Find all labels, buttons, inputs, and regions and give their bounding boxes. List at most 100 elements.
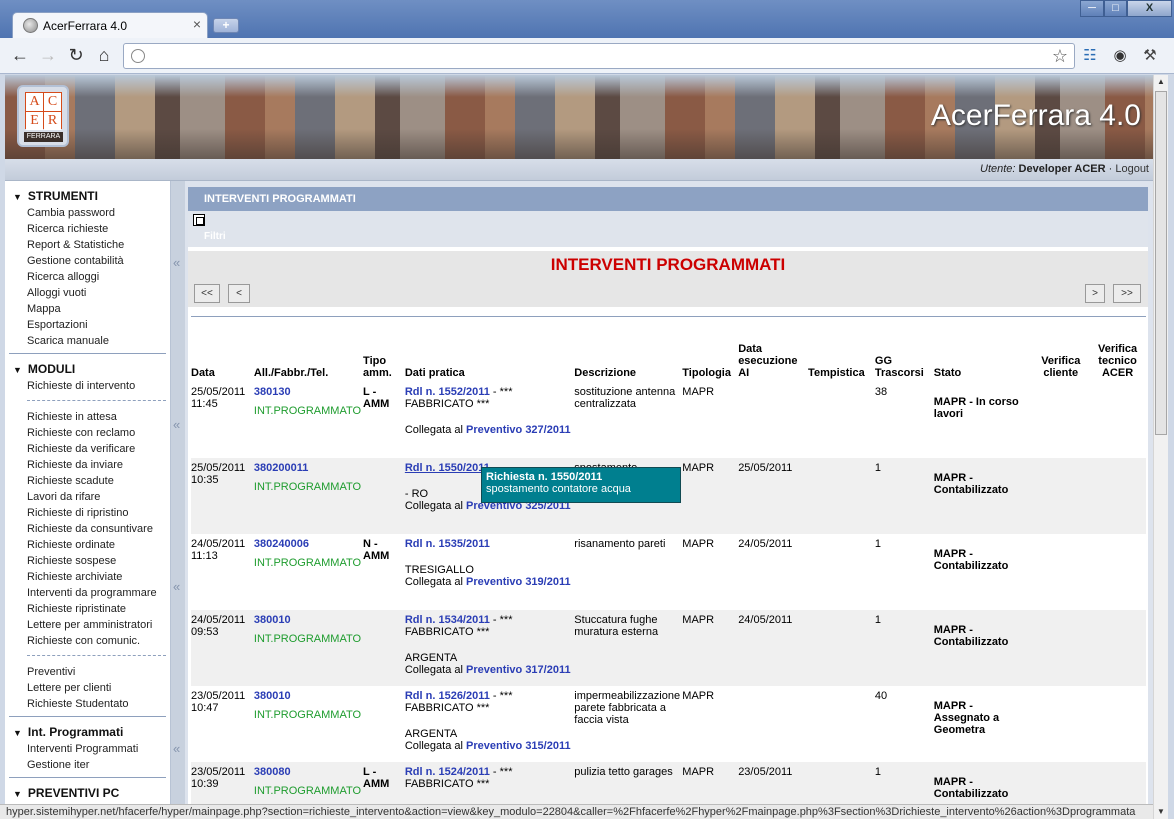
col-stato[interactable]: Stato (934, 326, 1033, 382)
sidebar-item[interactable]: Lavori da rifare (27, 489, 170, 505)
sidebar-group-int-programmati[interactable]: ▼ Int. Programmati (13, 725, 170, 739)
col-data-esecuzione[interactable]: Data esecuzione AI (738, 326, 808, 382)
sidebar-item[interactable]: Esportazioni (27, 317, 170, 333)
rdl-link[interactable]: Rdl n. 1534/2011 (405, 614, 490, 626)
preventivo-link[interactable]: Preventivo 317/2011 (466, 664, 571, 676)
reload-icon[interactable]: ↻ (64, 44, 88, 68)
sidebar-item[interactable]: Richieste ordinate (27, 537, 170, 553)
minimize-button[interactable]: ─ (1080, 0, 1104, 17)
table-row[interactable]: 25/05/2011 11:45 380130 INT.PROGRAMMATO L - … (191, 382, 1146, 458)
preventivo-link[interactable]: Preventivo 315/2011 (466, 740, 571, 752)
filters-label[interactable]: Filtri (204, 231, 226, 242)
browser-tab[interactable]: AcerFerrara 4.0 × (12, 12, 208, 38)
rdl-link[interactable]: Rdl n. 1552/2011 (405, 386, 490, 398)
sidebar-item[interactable]: Richieste in attesa (27, 409, 170, 425)
sidebar-item[interactable]: Mappa (27, 301, 170, 317)
sidebar-item[interactable]: Richieste di intervento (27, 378, 170, 394)
sidebar-item[interactable]: Gestione iter (27, 757, 170, 773)
col-verifica-tecnico[interactable]: Verifica tecnico ACER (1091, 326, 1146, 382)
sidebar-item[interactable]: Alloggi vuoti (27, 285, 170, 301)
code-link[interactable]: 380240006 (254, 538, 309, 550)
sidebar-item[interactable]: Scarica manuale (27, 333, 170, 349)
preventivo-link[interactable]: Preventivo 327/2011 (466, 424, 571, 436)
preventivo-link[interactable]: Preventivo 319/2011 (466, 576, 571, 588)
sidebar-item[interactable]: Ricerca alloggi (27, 269, 170, 285)
sidebar-item[interactable]: Lettere per amministratori (27, 617, 170, 633)
scroll-thumb[interactable] (1155, 91, 1167, 435)
sidebar-item[interactable]: Richieste archiviate (27, 569, 170, 585)
new-tab-button[interactable]: + (213, 18, 239, 33)
acer-logo[interactable]: A C E R FERRARA (17, 85, 69, 147)
double-chevron-left-icon[interactable]: « (173, 579, 180, 594)
col-verifica-cliente[interactable]: Verifica cliente (1032, 326, 1091, 382)
col-descrizione[interactable]: Descrizione (574, 326, 682, 382)
maximize-button[interactable]: □ (1104, 0, 1127, 17)
back-arrow-icon[interactable]: ← (8, 44, 32, 68)
prev-page-button[interactable]: < (228, 284, 250, 303)
bookmark-star-icon[interactable]: ☆ (1052, 46, 1068, 67)
scroll-up-icon[interactable]: ▲ (1154, 75, 1168, 89)
sidebar-item[interactable]: Richieste da consuntivare (27, 521, 170, 537)
logout-link[interactable]: Logout (1115, 163, 1149, 175)
sidebar-item[interactable]: Ricerca richieste (27, 221, 170, 237)
wrench-icon[interactable]: ⚒ (1140, 46, 1160, 66)
sidebar-item[interactable]: Richieste di ripristino (27, 505, 170, 521)
tab-close-icon[interactable]: × (193, 17, 201, 31)
double-chevron-left-icon[interactable]: « (173, 417, 180, 432)
table-row[interactable]: 23/05/2011 10:39 380080 INT.PROGRAMMATO L - … (191, 762, 1146, 804)
table-row[interactable]: 24/05/2011 09:53 380010 INT.PROGRAMMATO Rdl … (191, 610, 1146, 686)
sidebar-item[interactable]: Richieste Studentato (27, 696, 170, 712)
sidebar-item[interactable]: Richieste scadute (27, 473, 170, 489)
sidebar-group-strumenti[interactable]: ▼ STRUMENTI (13, 189, 170, 203)
col-all[interactable]: All./Fabbr./Tel. (254, 326, 363, 382)
col-tempistica[interactable]: Tempistica (808, 326, 875, 382)
fabbricato: FABBRICATO *** (404, 778, 490, 790)
sidebar-item[interactable]: Interventi da programmare (27, 585, 170, 601)
code-link[interactable]: 380080 (254, 766, 291, 778)
table-row[interactable]: 23/05/2011 10:47 380010 INT.PROGRAMMATO Rdl … (191, 686, 1146, 762)
last-page-button[interactable]: >> (1113, 284, 1141, 303)
rdl-link[interactable]: Rdl n. 1550/2011 (405, 462, 490, 474)
code-link[interactable]: 380010 (254, 614, 291, 626)
code-link[interactable]: 380130 (254, 386, 291, 398)
code-link[interactable]: 380200011 (254, 462, 308, 474)
translate-icon[interactable]: ☷ (1080, 46, 1100, 66)
rdl-link[interactable]: Rdl n. 1524/2011 (405, 766, 490, 778)
sidebar-collapse-bar[interactable]: « « « « (171, 181, 185, 804)
sidebar-item[interactable]: Richieste con reclamo (27, 425, 170, 441)
first-page-button[interactable]: << (194, 284, 220, 303)
sidebar-item[interactable]: Cambia password (27, 205, 170, 221)
sidebar-item[interactable]: Richieste ripristinate (27, 601, 170, 617)
scroll-down-icon[interactable]: ▼ (1154, 805, 1168, 819)
sidebar-group-preventivi-pc[interactable]: ▼ PREVENTIVI PC (13, 786, 170, 800)
double-chevron-left-icon[interactable]: « (173, 255, 180, 270)
sidebar-item[interactable]: Richieste con comunic. (27, 633, 170, 649)
col-tipologia[interactable]: Tipologia (682, 326, 738, 382)
sidebar-group-moduli[interactable]: ▼ MODULI (13, 362, 170, 376)
double-chevron-left-icon[interactable]: « (173, 741, 180, 756)
code-link[interactable]: 380010 (254, 690, 291, 702)
rdl-link[interactable]: Rdl n. 1535/2011 (405, 538, 490, 550)
address-bar[interactable]: ☆ (123, 43, 1075, 69)
rdl-link[interactable]: Rdl n. 1526/2011 (405, 690, 490, 702)
sidebar-item[interactable]: Richieste sospese (27, 553, 170, 569)
sidebar-item[interactable]: Gestione contabilità (27, 253, 170, 269)
vertical-scrollbar[interactable]: ▲ ▼ (1153, 75, 1168, 819)
home-icon[interactable]: ⌂ (92, 44, 116, 68)
close-window-button[interactable]: X (1127, 0, 1172, 17)
sidebar-item[interactable]: Lettere per clienti (27, 680, 170, 696)
sidebar-item[interactable]: Richieste da verificare (27, 441, 170, 457)
sidebar-item[interactable]: Richieste da inviare (27, 457, 170, 473)
next-page-button[interactable]: > (1085, 284, 1105, 303)
col-data[interactable]: Data (191, 326, 254, 382)
color-wheel-icon[interactable]: ◉ (1110, 46, 1130, 66)
sidebar-item[interactable]: Report & Statistiche (27, 237, 170, 253)
forward-arrow-icon[interactable]: → (36, 44, 60, 68)
table-row[interactable]: 24/05/2011 11:13 380240006 INT.PROGRAMMATO N… (191, 534, 1146, 610)
col-dati[interactable]: Dati pratica (405, 326, 574, 382)
col-tipo[interactable]: Tipo amm. (363, 326, 405, 382)
sidebar-item[interactable]: Interventi Programmati (27, 741, 170, 757)
sidebar-item[interactable]: Preventivi (27, 664, 170, 680)
toggle-filters-icon[interactable] (193, 214, 205, 226)
col-gg[interactable]: GG Trascorsi (875, 326, 934, 382)
